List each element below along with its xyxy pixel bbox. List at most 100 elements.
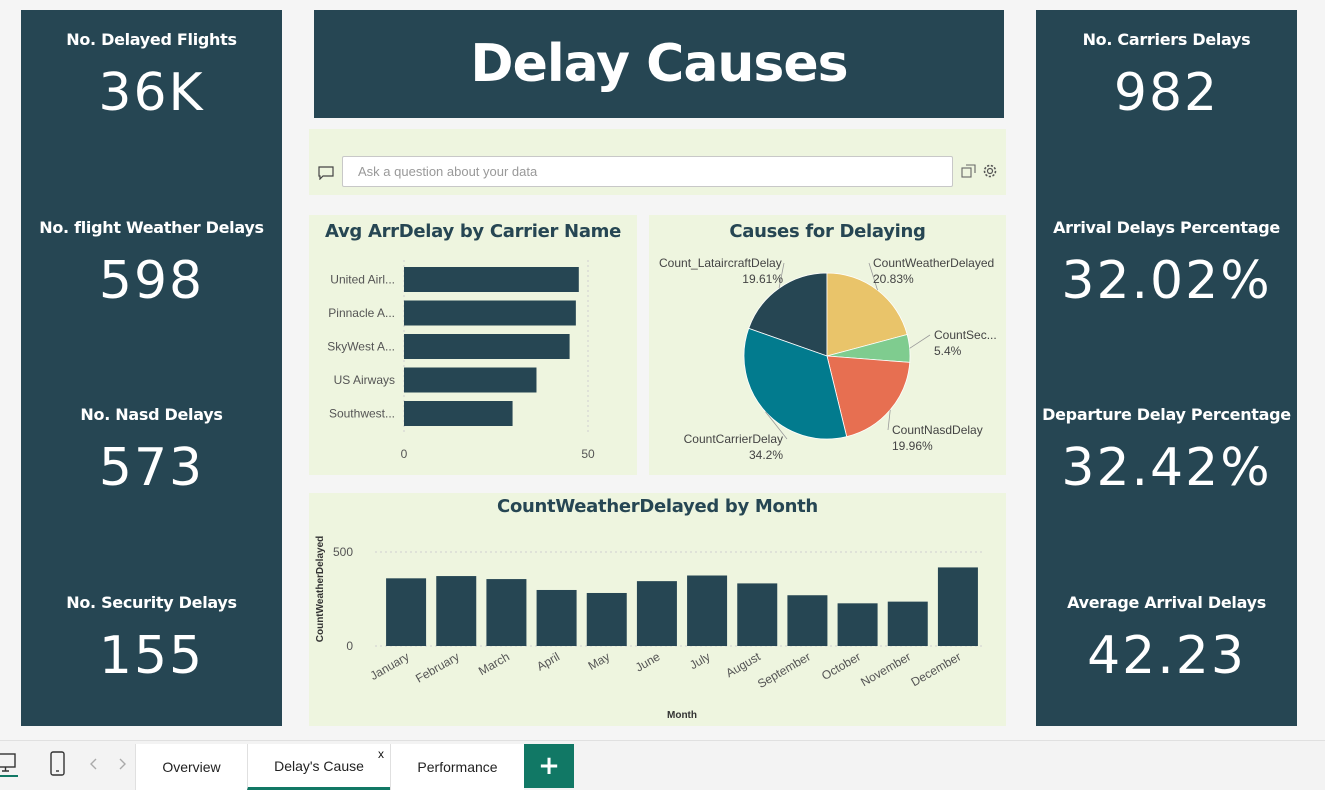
kpi-arrival-delay-pct[interactable]: Arrival Delays Percentage 32.02%	[1036, 218, 1297, 311]
bar[interactable]	[404, 401, 513, 426]
bar[interactable]	[404, 267, 579, 292]
slice-label: CountCarrierDelay	[684, 432, 783, 446]
category-label: June	[633, 649, 663, 674]
category-label: July	[687, 649, 712, 672]
category-label: August	[723, 649, 763, 680]
kpi-value: 598	[98, 251, 205, 311]
chat-icon[interactable]	[318, 166, 334, 180]
slice-label: CountSec...	[934, 328, 997, 342]
desktop-active-indicator	[0, 775, 18, 777]
slice-percent: 20.83%	[873, 272, 914, 286]
bar[interactable]	[436, 576, 477, 646]
slice-percent: 5.4%	[934, 344, 962, 358]
bar[interactable]	[404, 367, 537, 393]
category-label: January	[368, 649, 412, 682]
next-arrow-icon[interactable]	[117, 758, 127, 770]
prev-arrow-icon[interactable]	[89, 758, 99, 770]
slice-label: Count_LataircraftDelay	[659, 256, 782, 270]
bar[interactable]	[486, 579, 527, 646]
kpi-label: No. Carriers Delays	[1082, 30, 1251, 49]
tick-label: 0	[401, 447, 408, 461]
qa-visual: Ask a question about your data	[309, 129, 1006, 195]
kpi-label: No. Security Delays	[66, 593, 237, 612]
desktop-icon[interactable]	[0, 751, 18, 775]
kpi-label: No. Delayed Flights	[66, 30, 237, 49]
slice-label: CountNasdDelay	[892, 423, 983, 437]
kpi-panel-right: No. Carriers Delays 982 Arrival Delays P…	[1036, 10, 1297, 726]
category-label: Southwest...	[329, 407, 395, 421]
category-label: May	[586, 649, 613, 672]
bar[interactable]	[837, 603, 878, 646]
add-page-button[interactable]: +	[524, 744, 574, 788]
gear-icon[interactable]	[982, 163, 998, 179]
kpi-carrier-delays[interactable]: No. Carriers Delays 982	[1036, 30, 1297, 123]
bar[interactable]	[386, 578, 427, 646]
bar[interactable]	[404, 334, 570, 359]
kpi-delayed-flights[interactable]: No. Delayed Flights 36K	[21, 30, 282, 123]
x-axis-title: Month	[667, 710, 697, 721]
kpi-value: 32.42%	[1061, 438, 1272, 498]
kpi-label: No. Nasd Delays	[80, 405, 223, 424]
y-axis-title: CountWeatherDelayed	[315, 536, 326, 643]
category-label: United Airl...	[330, 273, 395, 287]
bar[interactable]	[404, 300, 576, 326]
kpi-value: 32.02%	[1061, 251, 1272, 311]
bar[interactable]	[687, 575, 728, 647]
kpi-value: 155	[98, 626, 205, 686]
tab-delays-cause[interactable]: Delay's Cause x	[247, 744, 390, 790]
report-canvas: No. Delayed Flights 36K No. flight Weath…	[0, 0, 1325, 740]
kpi-departure-delay-pct[interactable]: Departure Delay Percentage 32.42%	[1036, 405, 1297, 498]
page-tab-bar: Overview Delay's Cause x Performance +	[0, 740, 1325, 790]
category-label: September	[755, 649, 813, 690]
category-label: April	[534, 649, 562, 673]
title-banner: Delay Causes	[314, 10, 1004, 118]
kpi-value: 36K	[98, 63, 205, 123]
bar[interactable]	[887, 601, 928, 646]
category-label: October	[819, 649, 863, 682]
delay-causes-pie-panel: Causes for Delaying Count_LataircraftDel…	[649, 215, 1006, 475]
kpi-nasd-delays[interactable]: No. Nasd Delays 573	[21, 405, 282, 498]
tab-close-icon[interactable]: x	[378, 747, 384, 761]
category-label: November	[858, 649, 913, 689]
tab-label: Overview	[162, 759, 221, 775]
weather-by-month-chart[interactable]: 500 0 January February March April May June July…	[309, 493, 1006, 726]
bar[interactable]	[787, 595, 828, 646]
kpi-label: Departure Delay Percentage	[1042, 405, 1291, 424]
tick-label: 50	[581, 447, 595, 461]
share-icon[interactable]	[961, 164, 976, 178]
kpi-value: 573	[98, 438, 205, 498]
tab-label: Delay's Cause	[274, 757, 364, 774]
category-label: SkyWest A...	[327, 340, 395, 354]
kpi-label: No. flight Weather Delays	[39, 218, 264, 237]
leader-line	[887, 409, 891, 431]
qa-search-input[interactable]: Ask a question about your data	[342, 156, 953, 187]
tab-performance[interactable]: Performance	[390, 744, 524, 790]
bar[interactable]	[586, 592, 627, 646]
category-label: March	[476, 649, 512, 678]
tick-label: 0	[346, 639, 353, 653]
bar[interactable]	[737, 583, 778, 646]
slice-percent: 34.2%	[749, 448, 783, 462]
slice-percent: 19.61%	[742, 272, 783, 286]
carrier-delay-chart[interactable]: United Airl... Pinnacle A... SkyWest A... U…	[309, 215, 637, 475]
category-label: December	[908, 649, 963, 689]
kpi-value: 982	[1113, 63, 1220, 123]
delay-causes-pie[interactable]: Count_LataircraftDelay 19.61% CountWeather…	[649, 215, 1006, 475]
tab-overview[interactable]: Overview	[135, 744, 247, 790]
kpi-panel-left: No. Delayed Flights 36K No. flight Weath…	[21, 10, 282, 726]
bar[interactable]	[937, 567, 978, 646]
page-title: Delay Causes	[470, 34, 848, 94]
bar[interactable]	[536, 589, 577, 646]
plus-icon: +	[538, 751, 560, 781]
category-label: Pinnacle A...	[328, 306, 395, 320]
leader-line	[909, 334, 931, 349]
bar[interactable]	[636, 581, 677, 646]
phone-icon[interactable]	[49, 751, 67, 777]
kpi-avg-arrival-delay[interactable]: Average Arrival Delays 42.23	[1036, 593, 1297, 686]
kpi-label: Arrival Delays Percentage	[1053, 218, 1280, 237]
kpi-security-delays[interactable]: No. Security Delays 155	[21, 593, 282, 686]
tab-label: Performance	[417, 759, 498, 775]
kpi-value: 42.23	[1087, 626, 1246, 686]
tick-label: 500	[333, 545, 353, 559]
kpi-weather-delays[interactable]: No. flight Weather Delays 598	[21, 218, 282, 311]
